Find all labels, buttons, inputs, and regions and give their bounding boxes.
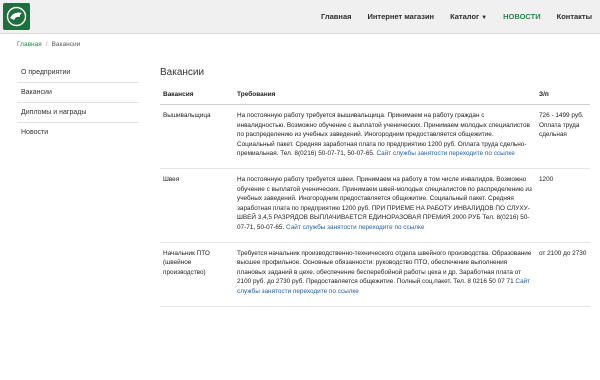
vacancy-salary: 1200	[536, 168, 590, 243]
sidebar-item-about[interactable]: О предприятии	[17, 63, 139, 83]
sidebar-item-vacancies[interactable]: Вакансии	[17, 83, 139, 103]
vacancy-position: Швея	[160, 168, 234, 243]
nav-home[interactable]: Главная	[321, 12, 352, 21]
top-navbar: Главная Интернет магазин Каталог ▼ НОВОСТ…	[0, 0, 600, 34]
column-header-salary: З/п	[536, 87, 590, 105]
table-row: Начальник ПТО (швейное производство) Тре…	[160, 242, 590, 307]
sidebar-item-news[interactable]: Новости	[17, 123, 139, 142]
sidebar-item-diplomas[interactable]: Дипломы и награды	[17, 103, 139, 123]
table-header-row: Вакансия Требования З/п	[160, 87, 590, 105]
vacancy-requirements: На постоянную работу требуется вышивальщ…	[234, 104, 536, 169]
requirements-text: На постоянную работу требуется швеи. При…	[237, 175, 532, 231]
breadcrumb-current: Вакансии	[51, 41, 81, 48]
employment-service-link[interactable]: Сайт службы занятости переходите по ссыл…	[376, 150, 514, 157]
sidebar: О предприятии Вакансии Дипломы и награды…	[17, 63, 139, 142]
vacancy-salary: от 2100 до 2730	[536, 242, 590, 307]
nav-news[interactable]: НОВОСТИ	[503, 12, 541, 21]
main-nav: Главная Интернет магазин Каталог ▼ НОВОСТ…	[305, 0, 592, 33]
nav-online-store[interactable]: Интернет магазин	[368, 12, 435, 21]
nav-catalog-label: Каталог	[450, 12, 480, 21]
table-row: Швея На постоянную работу требуется швеи…	[160, 168, 590, 243]
vacancies-table: Вакансия Требования З/п Вышивальщица На …	[160, 87, 590, 307]
table-row: Вышивальщица На постоянную работу требуе…	[160, 104, 590, 169]
column-header-position: Вакансия	[160, 87, 234, 105]
main-content: Вакансии Вакансия Требования З/п Вышивал…	[160, 67, 590, 307]
nav-contacts[interactable]: Контакты	[557, 12, 592, 21]
vacancy-requirements: На постоянную работу требуется швеи. При…	[234, 168, 536, 243]
vacancy-requirements: Требуется начальник производственно-техн…	[234, 242, 536, 307]
eagle-logo-icon[interactable]	[3, 3, 30, 30]
breadcrumb: Главная / Вакансии	[17, 41, 80, 48]
requirements-text: Требуется начальник производственно-техн…	[237, 249, 532, 286]
page-title: Вакансии	[160, 67, 205, 78]
breadcrumb-home-link[interactable]: Главная	[17, 41, 42, 48]
chevron-down-icon: ▼	[481, 15, 488, 21]
vacancy-position: Начальник ПТО (швейное производство)	[160, 242, 234, 307]
employment-service-link[interactable]: Сайт службы занятости переходите по ссыл…	[286, 224, 424, 231]
vacancy-salary: 726 - 1499 руб. Оплата труда сдельная	[536, 104, 590, 169]
nav-catalog[interactable]: Каталог ▼	[450, 12, 487, 21]
vacancy-position: Вышивальщица	[160, 104, 234, 169]
breadcrumb-separator: /	[45, 41, 48, 48]
column-header-requirements: Требования	[234, 87, 536, 105]
